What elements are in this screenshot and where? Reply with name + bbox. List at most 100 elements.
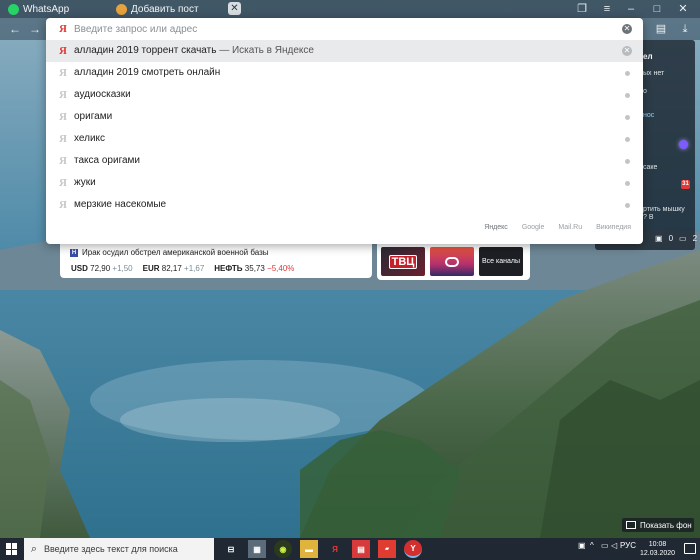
history-dot-icon[interactable] [625,71,630,76]
taskbar: ⌕ ⊟ ▦ ◉ ▬ Я ▤ ▰ Y ▣ ^ ▭ ◁ РУС 10:08 12.0… [0,538,700,560]
engine-yandex[interactable]: Яндекс [484,224,508,231]
yandex-browser-icon[interactable]: Y [404,540,422,558]
close-tab-icon[interactable]: ✕ [228,2,241,15]
tab-add-post[interactable]: Добавить пост [110,0,232,18]
news-item[interactable]: Н Ирак осудил обстрел американской военн… [70,248,269,257]
download-icon[interactable]: ⤓ [678,22,692,36]
suggestion-item[interactable]: Я алладин 2019 смотреть онлайн [46,62,643,84]
yandex-logo-icon: Я [59,177,67,189]
taskbar-search-input[interactable] [44,544,204,554]
maximize-icon[interactable]: □ [650,2,664,16]
suggestion-text: мерзкие насекомые [74,199,167,210]
clock-date: 12.03.2020 [640,550,676,557]
app-badge-icon[interactable]: ▰ [378,540,396,558]
suggestion-text: жуки [74,177,96,188]
suggestion-text: аудиосказки [74,89,131,100]
back-arrow-icon[interactable]: ← [8,22,22,36]
tv-channel-tile[interactable] [430,247,474,276]
suggestion-item[interactable]: Я такса оригами [46,150,643,172]
language-indicator[interactable]: РУС [620,541,636,550]
whatsapp-icon [8,3,19,15]
suggestion-item[interactable]: Я жуки [46,172,643,194]
news-headline: Ирак осудил обстрел американской военной… [82,248,269,257]
suggestion-item[interactable]: Я оригами [46,106,643,128]
volume-icon[interactable]: ◁ [611,541,617,550]
tv-widget: ТВЦ Все каналы [377,244,530,280]
show-background-button[interactable]: Показать фон [622,518,694,532]
quote-oil[interactable]: НЕФТЬ 35,73 −5,40% [214,264,294,273]
engine-google[interactable]: Google [522,224,545,231]
suggestion-hint: — Искать в Яндексе [216,45,314,56]
engine-mailru[interactable]: Mail.Ru [558,224,582,231]
suggestion-item[interactable]: Я аудиосказки [46,84,643,106]
quote-usd[interactable]: USD 72,90 +1,50 [71,264,133,273]
quotes-row: USD 72,90 +1,50 EUR 82,17 +1,67 НЕФТЬ 35… [71,264,294,273]
comment-icon: ▭ [679,234,687,243]
yandex-app-icon[interactable]: Я [326,540,344,558]
yandex-logo-icon: Я [59,45,67,57]
comment-count: 2 [692,234,698,243]
history-dot-icon[interactable] [625,181,630,186]
image-icon [626,521,636,529]
history-dot-icon[interactable] [625,159,630,164]
tab-whatsapp[interactable]: WhatsApp [2,0,108,18]
clock-time: 10:08 [648,541,667,548]
clock[interactable]: 10:08 12.03.2020 [640,540,675,558]
tv-channel-tile[interactable]: ТВЦ [381,247,425,276]
show-background-label: Показать фон [640,520,692,530]
remove-suggestion-icon[interactable]: ✕ [622,46,632,56]
search-engine-list: Яндекс Google Mail.Ru Википедия [484,224,631,231]
yandex-logo-icon: Я [59,133,67,145]
card-text: ртить мышку [643,206,685,213]
news-widget: Н Ирак осудил обстрел американской военн… [60,244,372,278]
browser-tab-bar: WhatsApp Добавить пост ✕ ❐ ≡ – □ ✕ [0,0,700,18]
forward-arrow-icon[interactable]: → [28,22,42,36]
tab-label: WhatsApp [23,3,70,15]
taskbar-search[interactable]: ⌕ [24,538,214,560]
yandex-logo-icon: Я [59,199,67,211]
network-icon[interactable]: ▭ [601,541,609,550]
suggestion-text: хеликс [74,133,106,144]
tab-label: Добавить пост [131,3,199,15]
quote-eur[interactable]: EUR 82,17 +1,67 [143,264,205,273]
suggestion-item[interactable]: Я хеликс [46,128,643,150]
windows-start-icon[interactable] [6,543,18,555]
card-text: саке [643,164,658,171]
history-dot-icon[interactable] [625,93,630,98]
photo-icon: ▣ [655,234,663,243]
engine-wikipedia[interactable]: Википедия [596,224,631,231]
suggestion-text: алладин 2019 смотреть онлайн [74,67,221,78]
history-dot-icon[interactable] [625,203,630,208]
history-dot-icon[interactable] [625,137,630,142]
app-icon[interactable]: ◉ [274,540,292,558]
menu-icon[interactable]: ≡ [600,2,614,16]
calendar-badge: 31 [681,180,690,189]
card-text: ых нет [643,70,665,77]
yandex-logo-icon: Я [59,23,67,35]
store-icon[interactable]: ▤ [352,540,370,558]
tray-app-icon[interactable]: ▣ [578,541,586,550]
messages-icon[interactable]: ▤ [654,22,668,36]
channel-logo-icon [445,256,459,267]
calculator-icon[interactable]: ▦ [248,540,266,558]
notifications-icon[interactable] [684,543,696,554]
suggestion-item[interactable]: Я алладин 2019 торрент скачать — Искать … [46,40,643,62]
card-text: о [643,88,647,95]
task-view-icon[interactable]: ⊟ [222,540,240,558]
yandex-logo-icon: Я [59,155,67,167]
minimize-icon[interactable]: – [624,2,638,16]
alice-icon[interactable] [679,140,688,149]
all-channels-button[interactable]: Все каналы [479,247,523,276]
history-dot-icon[interactable] [625,115,630,120]
file-explorer-icon[interactable]: ▬ [300,540,318,558]
address-input[interactable] [74,21,614,37]
clear-input-icon[interactable]: ✕ [622,24,632,34]
suggestion-text: оригами [74,111,113,122]
address-bar: Я ✕ [46,18,643,40]
tabs-overview-icon[interactable]: ❐ [575,2,589,16]
yandex-logo-icon: Я [59,89,67,101]
tray-up-arrow-icon[interactable]: ^ [590,541,594,550]
close-window-icon[interactable]: ✕ [676,2,690,16]
news-source-icon: Н [70,248,78,257]
suggestion-item[interactable]: Я мерзкие насекомые [46,194,643,216]
